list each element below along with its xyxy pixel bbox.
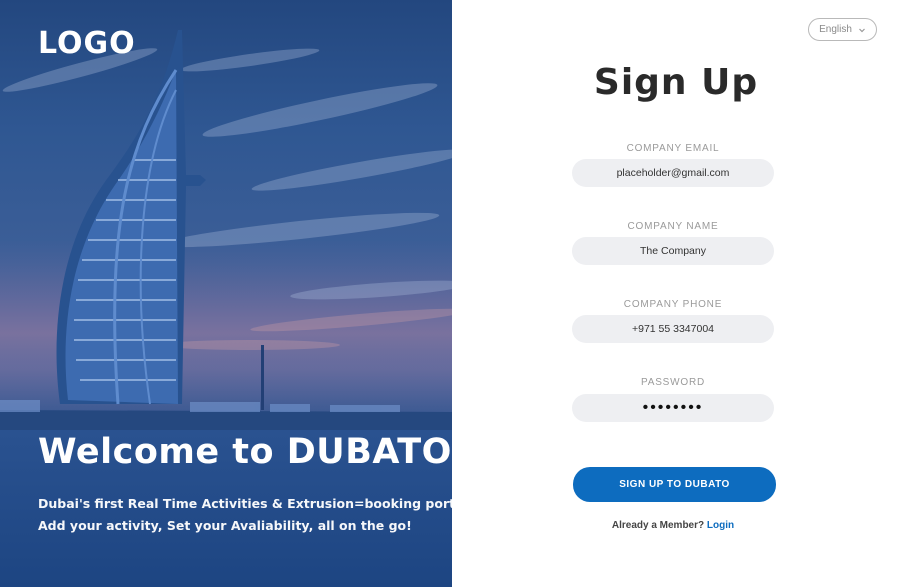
already-member-text: Already a Member? Login	[572, 520, 774, 531]
already-member-label: Already a Member?	[611, 520, 705, 531]
hero-tagline: Dubai's first Real Time Activities & Ext…	[38, 496, 452, 511]
company-email-field[interactable]	[572, 159, 774, 187]
sign-up-button[interactable]: SIGN UP TO DUBATO	[573, 467, 776, 502]
logo[interactable]: LOGO	[38, 26, 136, 61]
hero-subtagline: Add your activity, Set your Avaliability…	[38, 518, 412, 533]
company-name-label: COMPANY NAME	[627, 221, 719, 232]
login-link[interactable]: Login	[707, 520, 734, 531]
password-field[interactable]	[572, 394, 774, 422]
language-select[interactable]: English	[808, 18, 877, 41]
password-label: PASSWORD	[641, 377, 705, 388]
language-label: English	[819, 24, 852, 35]
company-email-label: COMPANY EMAIL	[626, 143, 720, 154]
chevron-down-icon	[858, 28, 865, 32]
company-phone-label: COMPANY PHONE	[623, 299, 723, 310]
company-name-field[interactable]	[572, 237, 774, 265]
hero-panel: LOGO Welcome to DUBATO Dubai's first Rea…	[0, 0, 452, 587]
page-title: Sign Up	[593, 62, 759, 103]
hero-title: Welcome to DUBATO	[38, 432, 452, 472]
company-phone-field[interactable]	[572, 315, 774, 343]
